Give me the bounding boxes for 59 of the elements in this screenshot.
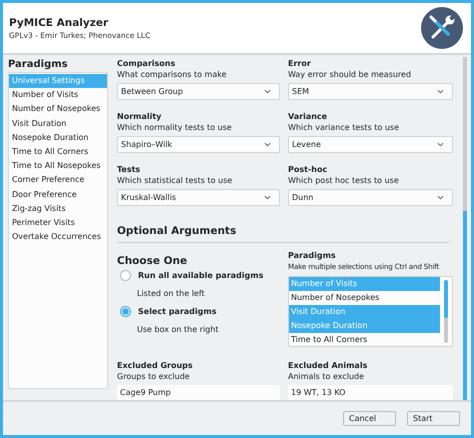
setting-description: Which normality tests to use — [117, 123, 233, 134]
group-heading: Choose One — [117, 255, 188, 267]
chevron-icon — [264, 142, 271, 147]
setting-label: Post-hoc — [288, 165, 328, 176]
setting-description: Which post hoc tests to use — [288, 176, 400, 187]
list-item[interactable]: Number of Nosepokes — [9, 102, 107, 117]
setting-description: Which variance tests to use — [288, 123, 400, 134]
option-note: Listed on the left — [137, 289, 206, 298]
radio-label[interactable]: Select paradigms — [138, 307, 216, 316]
input-field[interactable]: 19 WT, 13 KO — [288, 385, 453, 400]
setting-description: Which statistical tests to use — [117, 176, 234, 187]
input-field[interactable]: Cage9 Pump — [117, 385, 280, 400]
section-heading: Optional Arguments — [117, 225, 238, 237]
radio-label[interactable]: Run all available paradigms — [138, 271, 264, 280]
setting-label: Comparisons — [117, 59, 176, 70]
radio-button[interactable] — [120, 306, 131, 317]
list-item[interactable]: Time to All Nosepokes — [9, 159, 107, 174]
setting-label: Excluded Animals — [288, 361, 368, 372]
scrollbar[interactable] — [463, 57, 467, 400]
chevron-icon — [437, 89, 444, 94]
tools-icon — [420, 6, 464, 50]
dropdown[interactable]: Levene — [288, 136, 453, 153]
dropdown[interactable]: Dunn — [288, 189, 453, 206]
list-item[interactable]: Door Preference — [9, 188, 107, 202]
list-item[interactable]: Nosepoke Duration — [9, 130, 107, 145]
setting-description: What comparisons to make — [117, 70, 228, 81]
dropdown[interactable]: Shapiro–Wilk — [117, 136, 280, 153]
list-item[interactable]: Number of Nosepokes — [289, 291, 440, 305]
chevron-icon — [264, 89, 271, 94]
list-item[interactable]: Number of Visits — [9, 88, 107, 102]
list-item[interactable]: Zig-zag Visits — [9, 202, 107, 216]
setting-description: Groups to exclude — [117, 372, 191, 383]
dropdown[interactable]: Kruskal-Wallis — [117, 189, 280, 206]
list-item[interactable]: Overtake Occurrences — [9, 230, 107, 244]
setting-description: Animals to exclude — [288, 372, 366, 383]
list-item[interactable]: Time to All Corners — [9, 144, 107, 160]
radio-button[interactable] — [120, 270, 131, 281]
setting-label: Variance — [288, 112, 328, 123]
dropdown[interactable]: Between Group — [117, 83, 280, 100]
chevron-icon — [264, 195, 271, 200]
scrollbar[interactable] — [444, 280, 448, 343]
window-title: PyMICE Analyzer — [9, 16, 110, 28]
sidebar-heading: Paradigms — [8, 59, 69, 70]
dropdown[interactable]: SEM — [288, 83, 453, 100]
list-item[interactable]: Time to All Corners — [289, 333, 440, 347]
list-item[interactable]: Corner Preference — [9, 173, 107, 188]
chevron-icon — [437, 195, 444, 200]
setting-label: Normality — [117, 112, 162, 123]
cancel-button[interactable]: Cancel — [343, 411, 396, 426]
list-item[interactable]: Visit Duration — [9, 116, 107, 131]
setting-label: Excluded Groups — [117, 361, 194, 372]
chevron-icon — [437, 142, 444, 147]
setting-label: Tests — [117, 165, 142, 176]
list-item[interactable]: Perimeter Visits — [9, 216, 107, 230]
setting-label: Paradigms — [288, 251, 337, 262]
option-note: Use box on the right — [137, 325, 220, 334]
start-button[interactable]: Start — [407, 411, 460, 426]
setting-label: Error — [288, 59, 312, 70]
setting-description: Way error should be measured — [288, 70, 412, 81]
